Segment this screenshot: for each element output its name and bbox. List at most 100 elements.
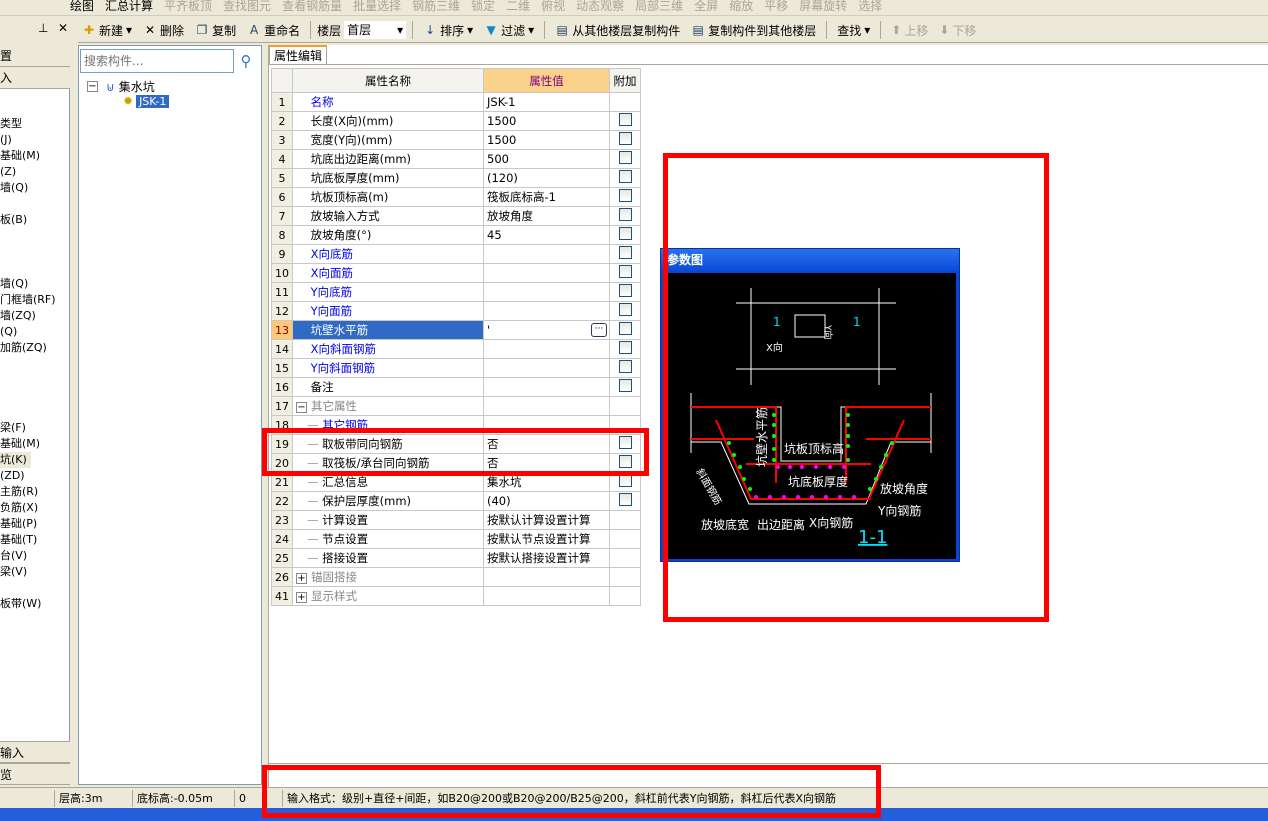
rename-button[interactable]: A 重命名: [243, 22, 304, 39]
property-row[interactable]: 19 — 取板带同向钢筋否: [271, 434, 641, 454]
property-value[interactable]: [483, 415, 610, 435]
component-type-item[interactable]: 墙(Q): [0, 180, 28, 196]
toolbar-button[interactable]: 全屏: [690, 0, 722, 14]
search-input[interactable]: [80, 49, 234, 73]
property-value[interactable]: 放坡角度: [483, 206, 610, 226]
property-name[interactable]: 备注: [292, 377, 484, 397]
property-value[interactable]: 否: [483, 453, 610, 473]
sort-button[interactable]: ↓ 排序 ▾: [419, 22, 477, 39]
toolbar-button[interactable]: 局部三维: [631, 0, 687, 14]
property-name[interactable]: — 计算设置: [292, 510, 484, 530]
property-value[interactable]: 筏板底标高-1: [483, 187, 610, 207]
component-type-item[interactable]: (J): [0, 132, 12, 148]
property-row[interactable]: 24 — 节点设置 按默认节点设置计算: [271, 529, 641, 549]
property-name[interactable]: — 取板带同向钢筋: [292, 434, 484, 454]
property-value[interactable]: [483, 567, 610, 587]
property-row[interactable]: 1 名称 JSK-1: [271, 92, 641, 112]
property-value[interactable]: [483, 377, 610, 397]
property-value[interactable]: (40): [483, 491, 610, 511]
collapse-icon[interactable]: −: [296, 402, 307, 413]
panel-button[interactable]: 置: [0, 45, 70, 67]
filter-button[interactable]: ▼ 过滤 ▾: [480, 22, 538, 39]
property-value[interactable]: 按默认计算设置计算: [483, 510, 610, 530]
panel-button[interactable]: 输入: [0, 741, 70, 763]
property-name[interactable]: 坑壁水平筋: [292, 320, 484, 340]
property-name[interactable]: X向面筋: [292, 263, 484, 283]
toolbar-button[interactable]: 平移: [760, 0, 792, 14]
property-value[interactable]: (120): [483, 168, 610, 188]
property-value[interactable]: [483, 339, 610, 359]
property-value[interactable]: 按默认搭接设置计算: [483, 548, 610, 568]
floor-select[interactable]: 首层 ▾: [344, 21, 407, 39]
property-name[interactable]: X向斜面钢筋: [292, 339, 484, 359]
component-type-item[interactable]: 主筋(R): [0, 484, 38, 500]
property-name[interactable]: — 节点设置: [292, 529, 484, 549]
toolbar-button[interactable]: 汇总计算: [101, 0, 157, 14]
new-button[interactable]: ✚ 新建 ▾: [78, 22, 136, 39]
property-value[interactable]: 否: [483, 434, 610, 454]
property-row[interactable]: 26 + 锚固搭接: [271, 567, 641, 587]
property-name[interactable]: + 锚固搭接: [292, 567, 484, 587]
component-type-item[interactable]: 板带(W): [0, 596, 41, 612]
property-value[interactable]: [483, 358, 610, 378]
property-value[interactable]: 500: [483, 149, 610, 169]
property-row[interactable]: 25 — 搭接设置 按默认搭接设置计算: [271, 548, 641, 568]
collapse-icon[interactable]: −: [87, 81, 98, 92]
component-type-item[interactable]: 基础(M): [0, 436, 40, 452]
property-row[interactable]: 8 放坡角度(°) 45: [271, 225, 641, 245]
search-icon[interactable]: ⚲: [234, 49, 258, 73]
property-name[interactable]: 放坡角度(°): [292, 225, 484, 245]
delete-button[interactable]: ✕ 删除: [139, 22, 188, 39]
find-button[interactable]: 查找 ▾: [833, 22, 874, 39]
property-name[interactable]: 坑底出边距离(mm): [292, 149, 484, 169]
component-type-item[interactable]: (Z): [0, 164, 16, 180]
close-icon[interactable]: ✕: [58, 21, 68, 35]
move-up-button[interactable]: ⬆ 上移: [887, 22, 932, 39]
toolbar-button[interactable]: 平齐板顶: [160, 0, 216, 14]
extra-checkbox[interactable]: [618, 189, 632, 202]
move-down-button[interactable]: ⬇ 下移: [935, 22, 980, 39]
property-name[interactable]: 坑底板厚度(mm): [292, 168, 484, 188]
property-row[interactable]: 2 长度(X向)(mm) 1500: [271, 111, 641, 131]
component-type-item[interactable]: 梁(V): [0, 564, 27, 580]
toolbar-button[interactable]: 俯视: [537, 0, 569, 14]
component-type-item[interactable]: 坑(K): [0, 452, 31, 468]
extra-checkbox[interactable]: [618, 170, 632, 183]
property-row[interactable]: 12 Y向面筋: [271, 301, 641, 321]
toolbar-button[interactable]: 绘图: [66, 0, 98, 14]
extra-checkbox[interactable]: [618, 208, 632, 221]
expand-icon[interactable]: +: [296, 592, 307, 603]
copy-from-floor-button[interactable]: ▤ 从其他楼层复制构件: [551, 22, 684, 39]
component-type-item[interactable]: 台(V): [0, 548, 27, 564]
property-name[interactable]: 坑板顶标高(m): [292, 187, 484, 207]
extra-checkbox[interactable]: [618, 360, 632, 373]
property-value[interactable]: 1500: [483, 111, 610, 131]
extra-checkbox[interactable]: [618, 284, 632, 297]
component-type-item[interactable]: 基础(P): [0, 516, 37, 532]
property-row[interactable]: 16 备注: [271, 377, 641, 397]
property-name[interactable]: − 其它属性: [292, 396, 484, 416]
tab-property-edit[interactable]: 属性编辑: [269, 45, 328, 65]
property-value[interactable]: ' ···: [483, 320, 610, 340]
property-value[interactable]: [483, 244, 610, 264]
property-name[interactable]: — 其它钢筋: [292, 415, 484, 435]
property-value[interactable]: [483, 586, 610, 606]
property-name[interactable]: X向底筋: [292, 244, 484, 264]
extra-checkbox[interactable]: [618, 379, 632, 392]
property-value[interactable]: 按默认节点设置计算: [483, 529, 610, 549]
property-row[interactable]: 18 — 其它钢筋: [271, 415, 641, 435]
component-type-item[interactable]: 板(B): [0, 212, 27, 228]
extra-checkbox[interactable]: [618, 436, 632, 449]
toolbar-button[interactable]: 屏幕旋转: [795, 0, 851, 14]
property-row[interactable]: 41 + 显示样式: [271, 586, 641, 606]
component-type-item[interactable]: 墙(ZQ): [0, 308, 36, 324]
copy-to-floor-button[interactable]: ▤ 复制构件到其他楼层: [687, 22, 820, 39]
toolbar-button[interactable]: 批量选择: [349, 0, 405, 14]
property-name[interactable]: — 保护层厚度(mm): [292, 491, 484, 511]
extra-checkbox[interactable]: [618, 132, 632, 145]
extra-checkbox[interactable]: [618, 246, 632, 259]
extra-checkbox[interactable]: [618, 474, 632, 487]
property-name[interactable]: — 取筏板/承台同向钢筋: [292, 453, 484, 473]
property-row[interactable]: 3 宽度(Y向)(mm) 1500: [271, 130, 641, 150]
extra-checkbox[interactable]: [618, 265, 632, 278]
